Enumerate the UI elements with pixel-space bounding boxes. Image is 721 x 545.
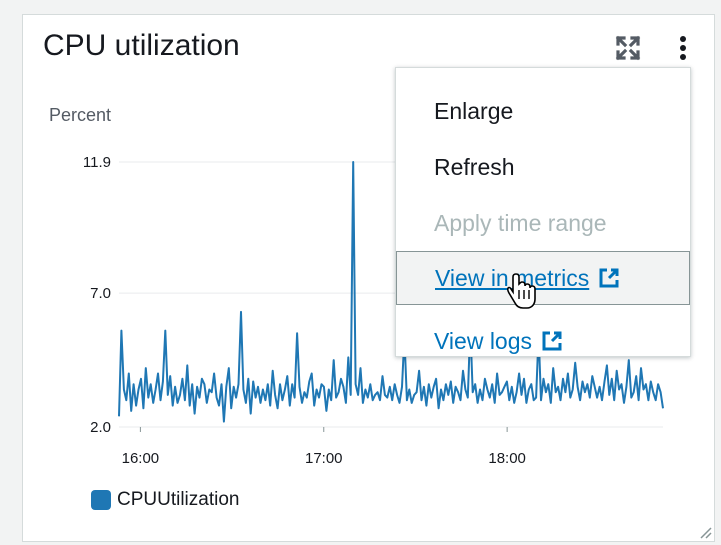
hand-pointer-icon [507, 273, 536, 309]
menu-item-view-in-metrics[interactable]: View in metrics [396, 251, 690, 305]
external-link-icon [542, 331, 562, 351]
menu-item-label: Refresh [434, 153, 515, 180]
chart-legend[interactable]: CPUUtilization [91, 489, 239, 511]
menu-item-apply-time-range: Apply time range [396, 198, 690, 248]
legend-swatch [91, 490, 111, 510]
menu-item-enlarge[interactable]: Enlarge [396, 86, 690, 136]
legend-label: CPUUtilization [117, 489, 240, 510]
widget-actions-menu: Enlarge Refresh Apply time range View in… [395, 67, 691, 357]
external-link-icon [599, 268, 619, 288]
menu-item-label: View logs [434, 327, 533, 354]
y-tick-label: 11.9 [83, 154, 111, 171]
y-tick-label: 2.0 [90, 419, 111, 436]
resize-handle-icon[interactable] [698, 525, 712, 539]
menu-item-label: Enlarge [434, 97, 514, 124]
menu-item-refresh[interactable]: Refresh [396, 142, 690, 192]
x-tick-label: 18:00 [488, 450, 526, 467]
x-tick-label: 17:00 [305, 450, 343, 467]
menu-item-view-logs[interactable]: View logs [396, 316, 690, 366]
menu-item-label: Apply time range [434, 209, 607, 236]
y-tick-label: 7.0 [90, 285, 111, 302]
x-tick-label: 16:00 [122, 450, 160, 467]
